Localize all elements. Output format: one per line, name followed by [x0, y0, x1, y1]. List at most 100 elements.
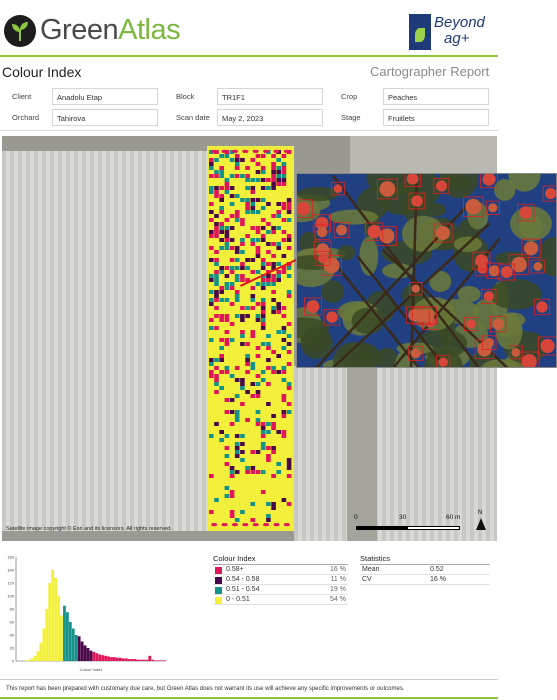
heatmap-cell [240, 446, 245, 450]
heatmap-cell [240, 502, 245, 506]
legend-percent: 54 % [330, 596, 346, 603]
heatmap-cell [229, 442, 235, 446]
heatmap-cell [234, 254, 240, 258]
heatmap-cell [271, 174, 276, 178]
heatmap-cell [266, 478, 271, 482]
heatmap-cell [286, 158, 292, 162]
heatmap-cell [229, 338, 235, 342]
stat-label: Mean [362, 566, 380, 573]
heatmap-cell [250, 182, 256, 186]
fruit-detection-photo[interactable] [296, 173, 557, 368]
heatmap-cell [234, 518, 240, 522]
legend-swatch [215, 567, 222, 574]
heatmap-cell [276, 174, 281, 178]
heatmap-cell [240, 442, 245, 446]
heatmap-cell [224, 422, 230, 426]
heatmap-cell [281, 186, 287, 190]
legend-range: 0.54 - 0.58 [226, 576, 260, 583]
heatmap-cell [214, 386, 219, 390]
heatmap-cell [229, 154, 235, 158]
heatmap-cell [240, 418, 245, 422]
heatmap-cell [214, 442, 219, 446]
heatmap-cell [234, 234, 240, 238]
heatmap-cell [245, 250, 250, 254]
heatmap-cell [229, 230, 235, 234]
heatmap-cell [219, 246, 224, 250]
heatmap-cell [209, 518, 214, 522]
heatmap-cell [271, 430, 276, 434]
heatmap-cell [260, 218, 266, 222]
heatmap-cell [234, 394, 240, 398]
heatmap-cell [234, 170, 240, 174]
heatmap-cell [286, 222, 292, 226]
heatmap-cell [224, 270, 230, 274]
heatmap-cell [224, 482, 230, 486]
heatmap-cell [266, 326, 271, 330]
heatmap-cell [209, 290, 214, 294]
heatmap-cell [281, 250, 287, 254]
heatmap-cell [281, 258, 287, 262]
heatmap-cell [255, 478, 261, 482]
heatmap-cell [276, 358, 281, 362]
heatmap-cell [266, 166, 271, 170]
heatmap-cell [234, 230, 240, 234]
heatmap-cell [219, 342, 224, 346]
heatmap-cell [224, 382, 230, 386]
heatmap-cell [281, 194, 287, 198]
sprout-icon [4, 15, 36, 47]
heatmap-cell [255, 318, 261, 322]
heatmap-cell [266, 486, 271, 490]
heatmap-cell [276, 506, 281, 510]
heatmap-cell [229, 474, 235, 478]
heatmap-cell [276, 430, 281, 434]
heatmap-cell [276, 302, 281, 306]
heatmap-cell [250, 210, 256, 214]
heatmap-cell [255, 322, 261, 326]
heatmap-cell [250, 394, 256, 398]
heatmap-cell [240, 234, 245, 238]
heatmap-cell [260, 474, 266, 478]
heatmap-cell [276, 350, 281, 354]
heatmap-cell [266, 330, 271, 334]
heatmap-cell [245, 326, 250, 330]
heatmap-cell [255, 302, 261, 306]
heatmap-cell [255, 214, 261, 218]
heatmap-cell [219, 230, 224, 234]
heatmap-cell [266, 506, 271, 510]
heatmap-cell [286, 462, 292, 466]
heatmap-cell [255, 394, 261, 398]
heatmap-cell [224, 438, 230, 442]
heatmap-cell [286, 502, 292, 506]
heatmap-cell [214, 298, 219, 302]
heatmap-cell [224, 266, 230, 270]
stat-value: 0.52 [430, 566, 444, 573]
heatmap-cell [219, 226, 224, 230]
heatmap-cell [276, 250, 281, 254]
heatmap-cell [240, 186, 245, 190]
heatmap-cell [286, 266, 292, 270]
heatmap-cell [255, 402, 261, 406]
heatmap-cell [224, 258, 230, 262]
fruit [536, 301, 548, 313]
heatmap-cell [250, 230, 256, 234]
heatmap-cell [209, 198, 214, 202]
heatmap-cell [214, 162, 219, 166]
heatmap-cell [224, 326, 230, 330]
heatmap-cell [224, 494, 230, 498]
y-tick-label: 40 [10, 633, 15, 638]
heatmap-cell [250, 330, 256, 334]
heatmap-cell [214, 510, 219, 514]
heatmap-cell [214, 438, 219, 442]
histogram-bar [127, 659, 131, 661]
heatmap-cell [271, 374, 276, 378]
heatmap-cell [276, 158, 281, 162]
heatmap-cell [234, 266, 240, 270]
heatmap-cell [281, 330, 287, 334]
heatmap-cell [234, 174, 240, 178]
heatmap-cell [281, 502, 287, 506]
heatmap-cell [219, 458, 224, 462]
fruit-photo-graphic [297, 174, 556, 367]
heatmap-cell [281, 498, 287, 502]
heatmap-cell [234, 446, 240, 450]
heatmap-cell [224, 474, 230, 478]
